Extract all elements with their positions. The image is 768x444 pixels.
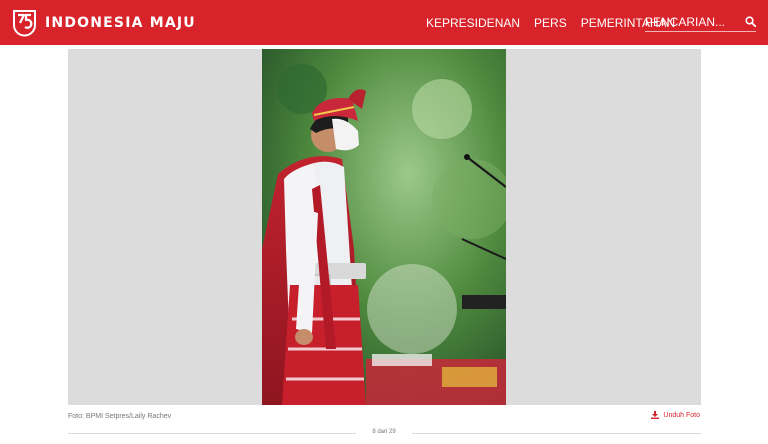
indonesia-maju-75-logo-icon [13,10,36,37]
nav-item-kepresidenan[interactable]: KEPRESIDENAN [426,16,520,30]
site-header: INDONESIA MAJU KEPRESIDENAN PERS PEMERIN… [0,0,768,45]
download-icon [651,411,660,419]
nav-item-pers[interactable]: PERS [534,16,567,30]
brand-name: INDONESIA MAJU [45,15,196,31]
divider [412,433,701,434]
search-input[interactable] [645,14,740,30]
photo-stage [68,49,701,405]
search-box [645,14,756,32]
photo-credit: Foto: BPMI Setpres/Laily Rachev [68,413,172,420]
site-logo[interactable]: INDONESIA MAJU [12,8,196,38]
download-photo-button[interactable]: Unduh Foto [651,411,700,419]
divider [68,433,356,434]
photo-pager: 8 dari 29 [372,429,396,435]
download-label: Unduh Foto [663,411,700,419]
photo-image [262,49,506,405]
search-icon[interactable] [745,16,756,27]
gallery-photo[interactable] [262,49,506,405]
